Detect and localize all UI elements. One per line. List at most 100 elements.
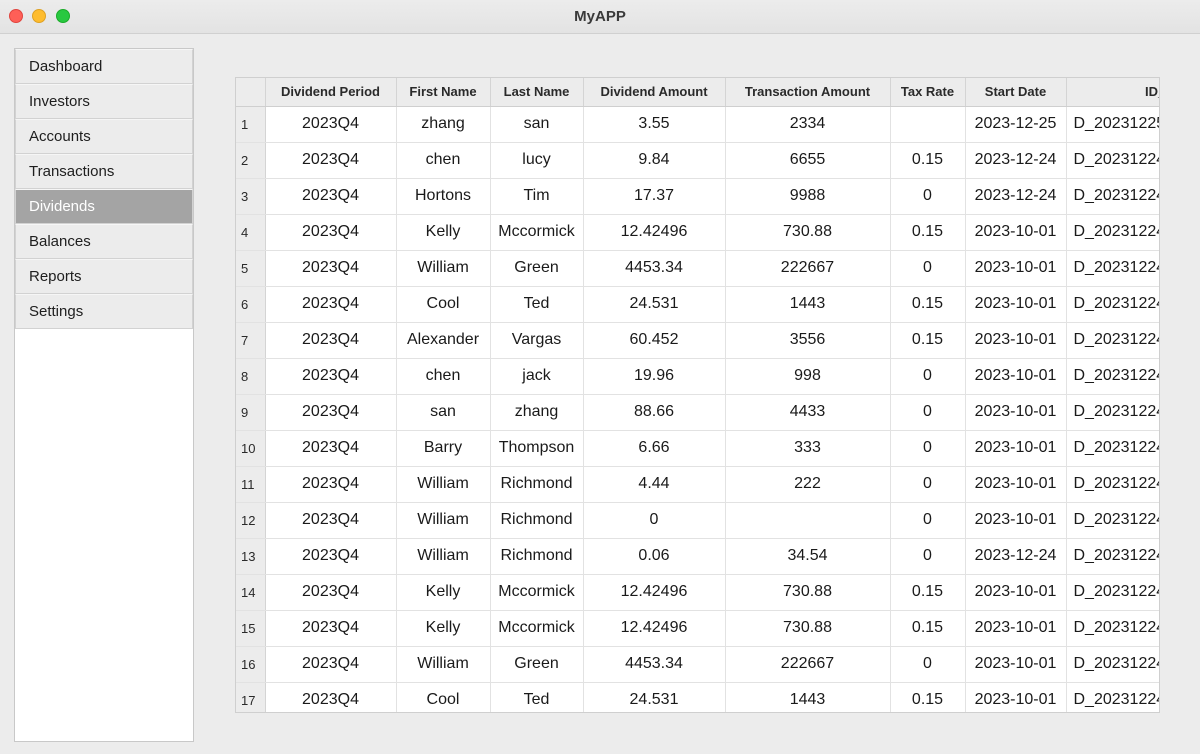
cell-dividend-amount[interactable]: 88.66 bbox=[583, 394, 726, 431]
table-row[interactable]: 13 2023Q4 William Richmond 0.06 34.54 0 2023-12… bbox=[236, 538, 1159, 575]
cell-last-name[interactable]: Tim bbox=[490, 178, 584, 215]
cell-tax-rate[interactable]: 0 bbox=[890, 646, 966, 683]
cell-dividend-period[interactable]: 2023Q4 bbox=[265, 142, 397, 179]
cell-dividend-amount[interactable]: 4.44 bbox=[583, 466, 726, 503]
cell-transaction-amount[interactable]: 222 bbox=[725, 466, 891, 503]
cell-first-name[interactable]: Cool bbox=[396, 286, 491, 323]
cell-transaction-amount[interactable]: 730.88 bbox=[725, 610, 891, 647]
cell-last-name[interactable]: lucy bbox=[490, 142, 584, 179]
cell-tax-rate[interactable]: 0.15 bbox=[890, 610, 966, 647]
cell-dividend-period[interactable]: 2023Q4 bbox=[265, 322, 397, 359]
cell-id-divid[interactable]: D_20231224 bbox=[1066, 142, 1159, 179]
cell-dividend-amount[interactable]: 4453.34 bbox=[583, 250, 726, 287]
cell-first-name[interactable]: Hortons bbox=[396, 178, 491, 215]
cell-tax-rate[interactable]: 0 bbox=[890, 502, 966, 539]
cell-first-name[interactable]: William bbox=[396, 502, 491, 539]
cell-last-name[interactable]: Green bbox=[490, 646, 584, 683]
cell-last-name[interactable]: Mccormick bbox=[490, 574, 584, 611]
cell-start-date[interactable]: 2023-10-01 bbox=[965, 214, 1067, 251]
row-number[interactable]: 17 bbox=[236, 682, 266, 712]
cell-tax-rate[interactable]: 0.15 bbox=[890, 142, 966, 179]
cell-dividend-amount[interactable]: 6.66 bbox=[583, 430, 726, 467]
table-row[interactable]: 16 2023Q4 William Green 4453.34 222667 0 2023-1… bbox=[236, 646, 1159, 683]
cell-tax-rate[interactable]: 0.15 bbox=[890, 286, 966, 323]
row-number[interactable]: 2 bbox=[236, 142, 266, 179]
cell-tax-rate[interactable]: 0 bbox=[890, 250, 966, 287]
cell-transaction-amount[interactable]: 1443 bbox=[725, 682, 891, 712]
cell-tax-rate[interactable]: 0.15 bbox=[890, 214, 966, 251]
cell-dividend-period[interactable]: 2023Q4 bbox=[265, 358, 397, 395]
cell-dividend-period[interactable]: 2023Q4 bbox=[265, 214, 397, 251]
table-row[interactable]: 14 2023Q4 Kelly Mccormick 12.42496 730.88 0.15… bbox=[236, 574, 1159, 611]
cell-last-name[interactable]: Ted bbox=[490, 682, 584, 712]
row-number[interactable]: 9 bbox=[236, 394, 266, 431]
cell-tax-rate[interactable]: 0 bbox=[890, 538, 966, 575]
cell-dividend-amount[interactable]: 0.06 bbox=[583, 538, 726, 575]
cell-first-name[interactable]: Kelly bbox=[396, 574, 491, 611]
row-number[interactable]: 10 bbox=[236, 430, 266, 467]
cell-id-divid[interactable]: D_20231224 bbox=[1066, 250, 1159, 287]
row-number[interactable]: 14 bbox=[236, 574, 266, 611]
row-number[interactable]: 16 bbox=[236, 646, 266, 683]
cell-last-name[interactable]: Mccormick bbox=[490, 610, 584, 647]
cell-first-name[interactable]: chen bbox=[396, 142, 491, 179]
row-number[interactable]: 1 bbox=[236, 106, 266, 143]
cell-dividend-period[interactable]: 2023Q4 bbox=[265, 502, 397, 539]
table-row[interactable]: 2 2023Q4 chen lucy 9.84 6655 0.15 2023-12-24 D_2… bbox=[236, 142, 1159, 179]
sidebar-item-dividends[interactable]: Dividends bbox=[15, 189, 193, 224]
cell-dividend-amount[interactable]: 17.37 bbox=[583, 178, 726, 215]
cell-dividend-period[interactable]: 2023Q4 bbox=[265, 430, 397, 467]
cell-dividend-period[interactable]: 2023Q4 bbox=[265, 538, 397, 575]
cell-id-divid[interactable]: D_20231224 bbox=[1066, 178, 1159, 215]
column-header-tax-rate[interactable]: Tax Rate bbox=[890, 78, 966, 107]
column-header-start-date[interactable]: Start Date bbox=[965, 78, 1067, 107]
table-row[interactable]: 11 2023Q4 William Richmond 4.44 222 0 2023-10-0… bbox=[236, 466, 1159, 503]
column-header-first-name[interactable]: First Name bbox=[396, 78, 491, 107]
cell-id-divid[interactable]: D_20231224 bbox=[1066, 610, 1159, 647]
table-row[interactable]: 10 2023Q4 Barry Thompson 6.66 333 0 2023-10-01 D… bbox=[236, 430, 1159, 467]
row-number[interactable]: 3 bbox=[236, 178, 266, 215]
cell-id-divid[interactable]: D_20231224 bbox=[1066, 394, 1159, 431]
cell-first-name[interactable]: William bbox=[396, 466, 491, 503]
sidebar-item-balances[interactable]: Balances bbox=[15, 224, 193, 259]
cell-last-name[interactable]: san bbox=[490, 106, 584, 143]
cell-last-name[interactable]: Richmond bbox=[490, 502, 584, 539]
cell-dividend-period[interactable]: 2023Q4 bbox=[265, 394, 397, 431]
sidebar-item-reports[interactable]: Reports bbox=[15, 259, 193, 294]
cell-transaction-amount[interactable]: 222667 bbox=[725, 646, 891, 683]
cell-id-divid[interactable]: D_20231224 bbox=[1066, 214, 1159, 251]
cell-first-name[interactable]: Kelly bbox=[396, 214, 491, 251]
cell-dividend-period[interactable]: 2023Q4 bbox=[265, 574, 397, 611]
row-number[interactable]: 6 bbox=[236, 286, 266, 323]
cell-transaction-amount[interactable]: 1443 bbox=[725, 286, 891, 323]
cell-last-name[interactable]: zhang bbox=[490, 394, 584, 431]
row-number[interactable]: 13 bbox=[236, 538, 266, 575]
cell-dividend-amount[interactable]: 0 bbox=[583, 502, 726, 539]
column-header-dividend-amount[interactable]: Dividend Amount bbox=[583, 78, 726, 107]
cell-first-name[interactable]: zhang bbox=[396, 106, 491, 143]
cell-transaction-amount[interactable]: 34.54 bbox=[725, 538, 891, 575]
cell-transaction-amount[interactable] bbox=[725, 502, 891, 539]
cell-first-name[interactable]: William bbox=[396, 250, 491, 287]
cell-last-name[interactable]: jack bbox=[490, 358, 584, 395]
cell-id-divid[interactable]: D_20231224 bbox=[1066, 538, 1159, 575]
row-number[interactable]: 11 bbox=[236, 466, 266, 503]
cell-start-date[interactable]: 2023-12-24 bbox=[965, 142, 1067, 179]
sidebar-item-investors[interactable]: Investors bbox=[15, 84, 193, 119]
cell-dividend-period[interactable]: 2023Q4 bbox=[265, 466, 397, 503]
cell-last-name[interactable]: Richmond bbox=[490, 538, 584, 575]
cell-tax-rate[interactable]: 0 bbox=[890, 178, 966, 215]
cell-transaction-amount[interactable]: 6655 bbox=[725, 142, 891, 179]
cell-dividend-amount[interactable]: 60.452 bbox=[583, 322, 726, 359]
cell-start-date[interactable]: 2023-10-01 bbox=[965, 682, 1067, 712]
cell-tax-rate[interactable]: 0 bbox=[890, 394, 966, 431]
cell-id-divid[interactable]: D_20231224 bbox=[1066, 286, 1159, 323]
cell-tax-rate[interactable] bbox=[890, 106, 966, 143]
column-header-transaction-amount[interactable]: Transaction Amount bbox=[725, 78, 891, 107]
cell-first-name[interactable]: Cool bbox=[396, 682, 491, 712]
cell-id-divid[interactable]: D_20231224 bbox=[1066, 466, 1159, 503]
row-number[interactable]: 8 bbox=[236, 358, 266, 395]
cell-tax-rate[interactable]: 0.15 bbox=[890, 682, 966, 712]
cell-dividend-period[interactable]: 2023Q4 bbox=[265, 646, 397, 683]
table-row[interactable]: 12 2023Q4 William Richmond 0 0 2023-10-01 D_202… bbox=[236, 502, 1159, 539]
